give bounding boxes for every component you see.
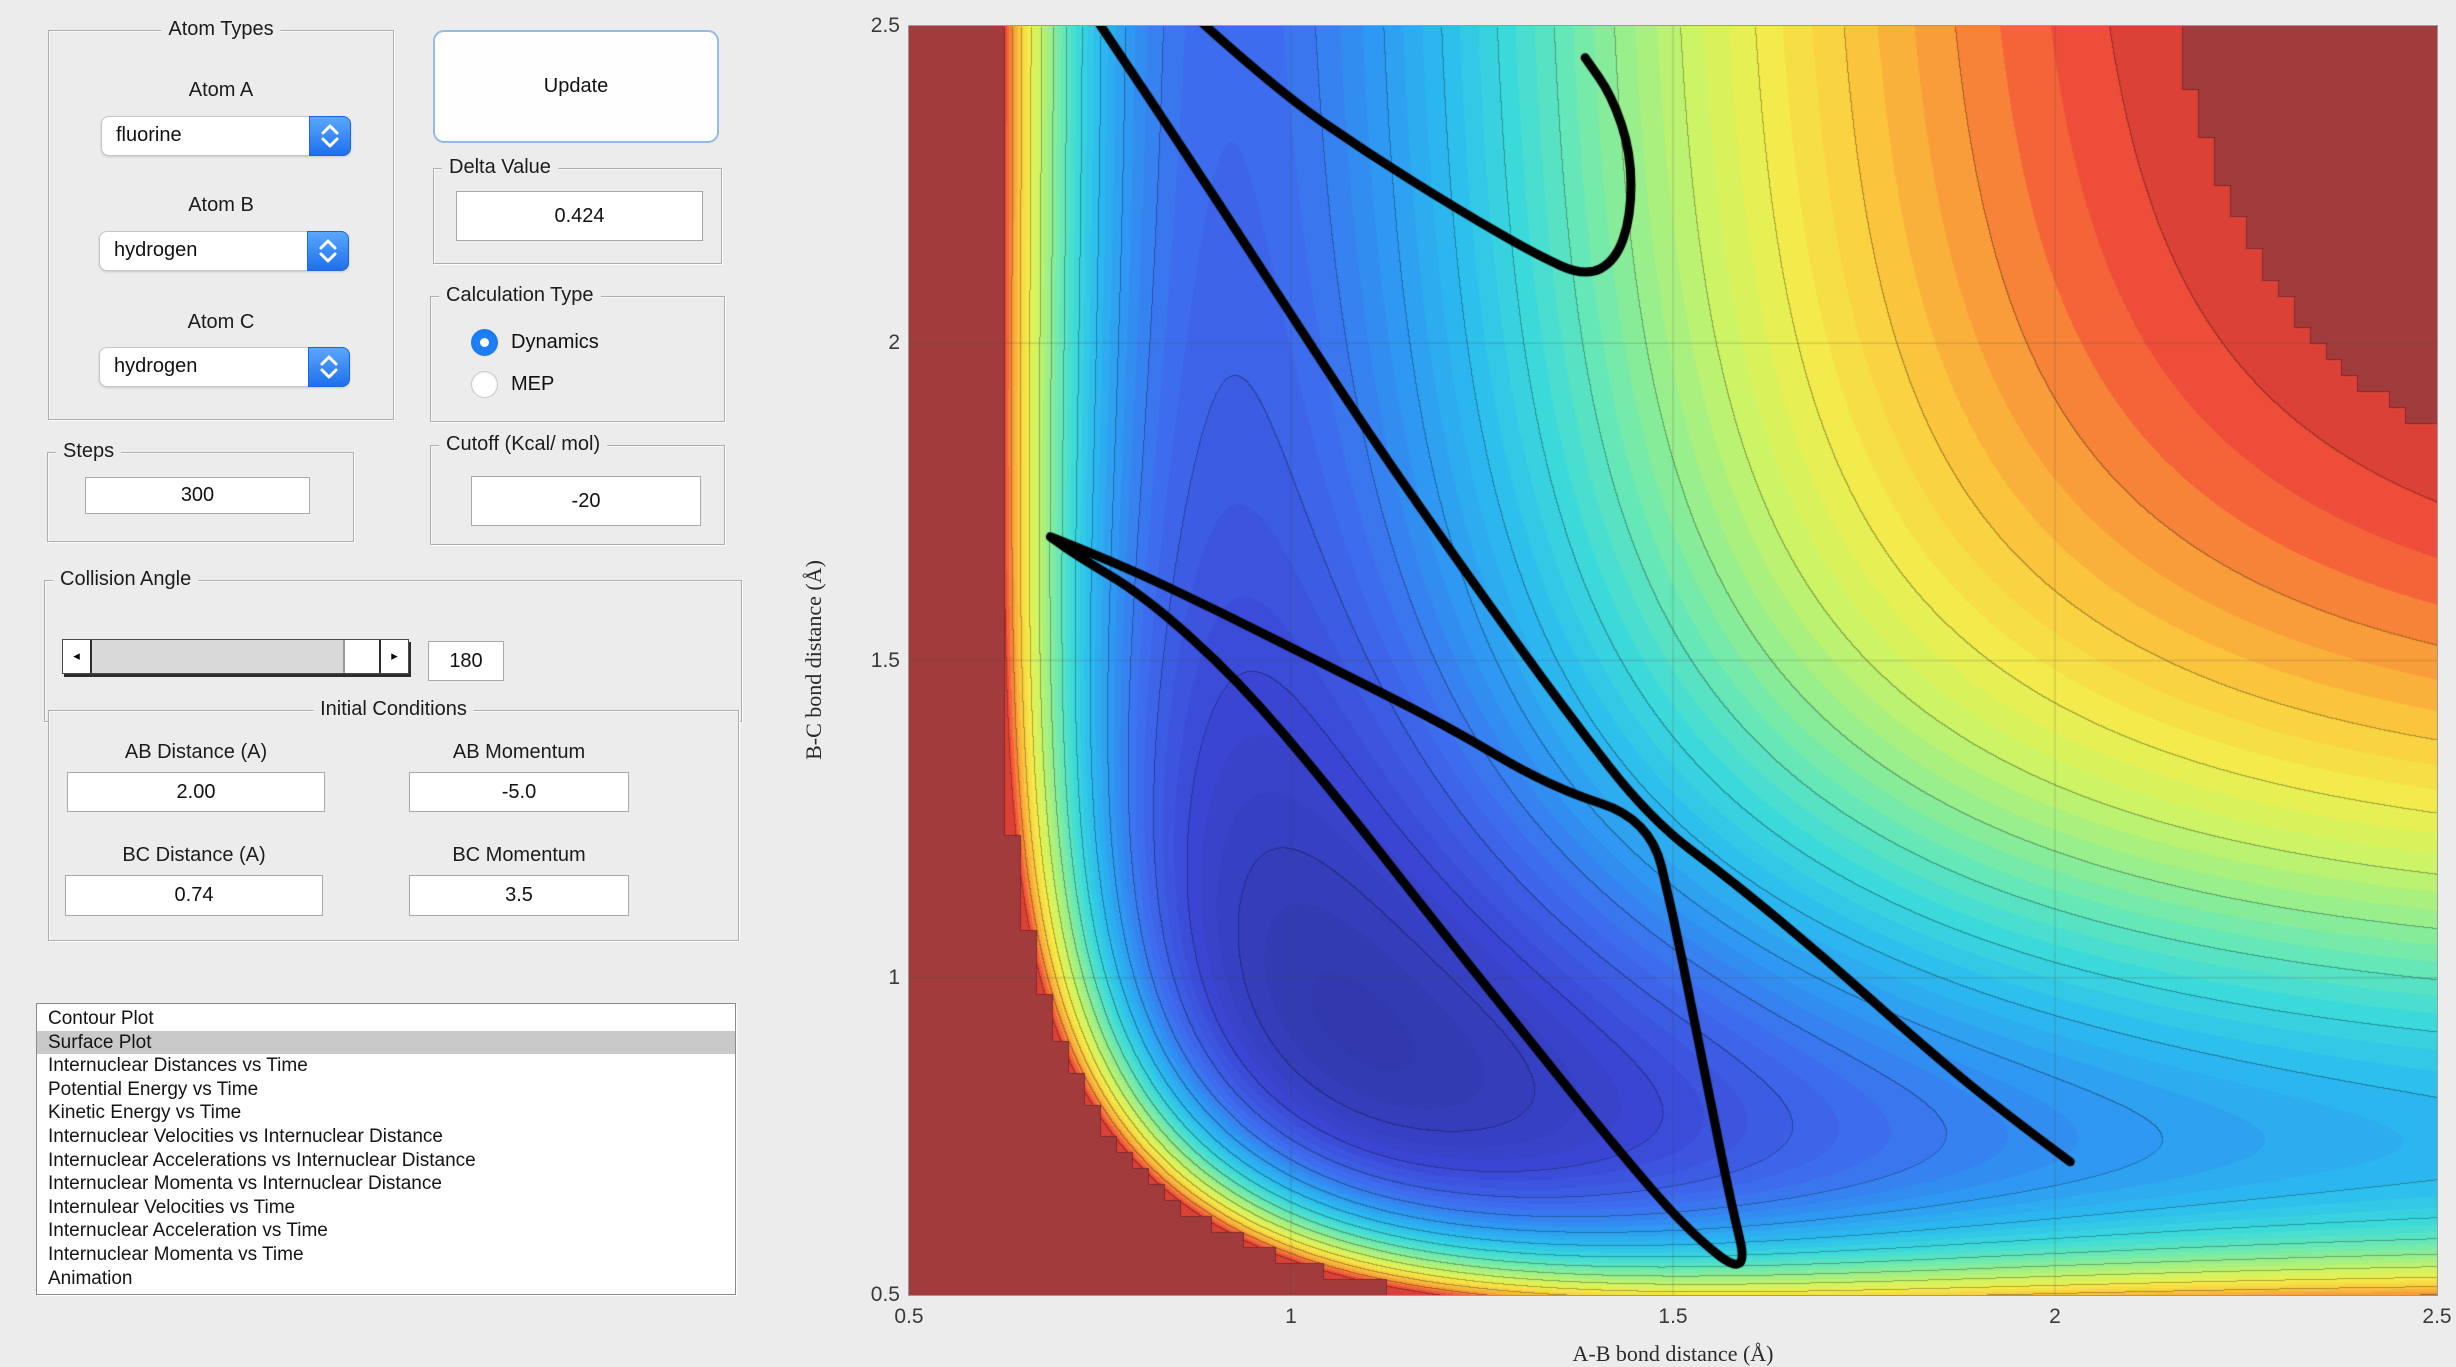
atom-types-title: Atom Types: [161, 18, 280, 41]
delta-value-panel: Delta Value: [433, 168, 722, 264]
delta-value-field[interactable]: [456, 191, 703, 241]
atom-a-value: fluorine: [116, 124, 182, 147]
list-item[interactable]: Internuclear Momenta vs Time: [37, 1243, 735, 1267]
list-item[interactable]: Internulear Velocities vs Time: [37, 1196, 735, 1220]
list-item[interactable]: Internuclear Momenta vs Internuclear Dis…: [37, 1172, 735, 1196]
atom-c-dropdown[interactable]: hydrogen: [99, 347, 350, 387]
delta-value-title: Delta Value: [442, 156, 558, 179]
list-item[interactable]: Internuclear Accelerations vs Internucle…: [37, 1149, 735, 1173]
plot-type-listbox[interactable]: Contour PlotSurface PlotInternuclear Dis…: [36, 1003, 736, 1295]
steps-title: Steps: [56, 440, 121, 463]
radio-dynamics-label: Dynamics: [511, 331, 599, 354]
slider-trough[interactable]: [92, 640, 379, 673]
ab-distance-field[interactable]: [67, 772, 325, 812]
cutoff-panel: Cutoff (Kcal/ mol): [430, 445, 725, 545]
x-tick-label: 2: [2049, 1305, 2061, 1329]
radio-button-icon[interactable]: [471, 371, 498, 398]
initial-conditions-title: Initial Conditions: [313, 698, 474, 721]
initial-conditions-panel: Initial Conditions AB Distance (A) AB Mo…: [48, 710, 739, 941]
contour-surface-canvas: [908, 25, 2438, 1296]
radio-mep-label: MEP: [511, 373, 554, 396]
atom-c-label: Atom C: [49, 311, 393, 334]
list-item[interactable]: Animation: [37, 1267, 735, 1291]
x-tick-label: 0.5: [894, 1305, 923, 1329]
slider-decrement-button[interactable]: ◂: [63, 640, 92, 673]
cutoff-title: Cutoff (Kcal/ mol): [439, 433, 607, 456]
atom-c-value: hydrogen: [114, 355, 197, 378]
radio-mep[interactable]: MEP: [471, 371, 691, 399]
radio-button-icon[interactable]: [471, 329, 498, 356]
dropdown-stepper-icon[interactable]: [307, 231, 349, 271]
y-tick-label: 2.5: [871, 14, 900, 38]
pes-contour-plot: 0.511.522.5 0.511.522.5 A-B bond distanc…: [909, 26, 2437, 1295]
y-tick-label: 0.5: [871, 1283, 900, 1307]
cutoff-field[interactable]: [471, 476, 701, 526]
atom-a-label: Atom A: [49, 79, 393, 102]
list-item[interactable]: Contour Plot: [37, 1007, 735, 1031]
atom-a-dropdown[interactable]: fluorine: [101, 116, 351, 156]
x-axis-label: A-B bond distance (Å): [1572, 1341, 1773, 1367]
dropdown-stepper-icon[interactable]: [308, 347, 350, 387]
slider-increment-button[interactable]: ▸: [379, 640, 408, 673]
collision-angle-field[interactable]: [428, 641, 504, 681]
steps-field[interactable]: [85, 477, 310, 514]
steps-panel: Steps: [47, 452, 354, 542]
atom-types-panel: Atom Types Atom A fluorine Atom B hydrog…: [48, 30, 394, 420]
list-item[interactable]: Surface Plot: [37, 1031, 735, 1055]
atom-b-value: hydrogen: [114, 239, 197, 262]
bc-momentum-field[interactable]: [409, 875, 629, 916]
bc-distance-label: BC Distance (A): [65, 844, 323, 867]
atom-b-dropdown[interactable]: hydrogen: [99, 231, 349, 271]
collision-angle-title: Collision Angle: [53, 568, 198, 591]
y-tick-label: 1.5: [871, 649, 900, 673]
list-item[interactable]: Potential Energy vs Time: [37, 1078, 735, 1102]
calculation-type-title: Calculation Type: [439, 284, 601, 307]
x-tick-label: 2.5: [2422, 1305, 2451, 1329]
update-button[interactable]: Update: [433, 30, 719, 143]
list-item[interactable]: Internuclear Distances vs Time: [37, 1054, 735, 1078]
list-item[interactable]: Internuclear Acceleration vs Time: [37, 1219, 735, 1243]
bc-momentum-label: BC Momentum: [409, 844, 629, 867]
list-item[interactable]: Internuclear Velocities vs Internuclear …: [37, 1125, 735, 1149]
ab-momentum-field[interactable]: [409, 772, 629, 812]
dropdown-stepper-icon[interactable]: [309, 116, 351, 156]
slider-thumb[interactable]: [92, 640, 345, 673]
ab-momentum-label: AB Momentum: [409, 741, 629, 764]
collision-angle-slider[interactable]: ◂ ▸: [62, 639, 409, 674]
ab-distance-label: AB Distance (A): [67, 741, 325, 764]
y-tick-label: 1: [888, 966, 900, 990]
x-tick-label: 1: [1285, 1305, 1297, 1329]
list-item[interactable]: Kinetic Energy vs Time: [37, 1101, 735, 1125]
y-tick-label: 2: [888, 331, 900, 355]
x-tick-label: 1.5: [1658, 1305, 1687, 1329]
radio-dynamics[interactable]: Dynamics: [471, 329, 691, 357]
y-axis-label: B-C bond distance (Å): [801, 560, 827, 760]
calculation-type-panel: Calculation Type Dynamics MEP: [430, 296, 725, 422]
bc-distance-field[interactable]: [65, 875, 323, 916]
atom-b-label: Atom B: [49, 194, 393, 217]
